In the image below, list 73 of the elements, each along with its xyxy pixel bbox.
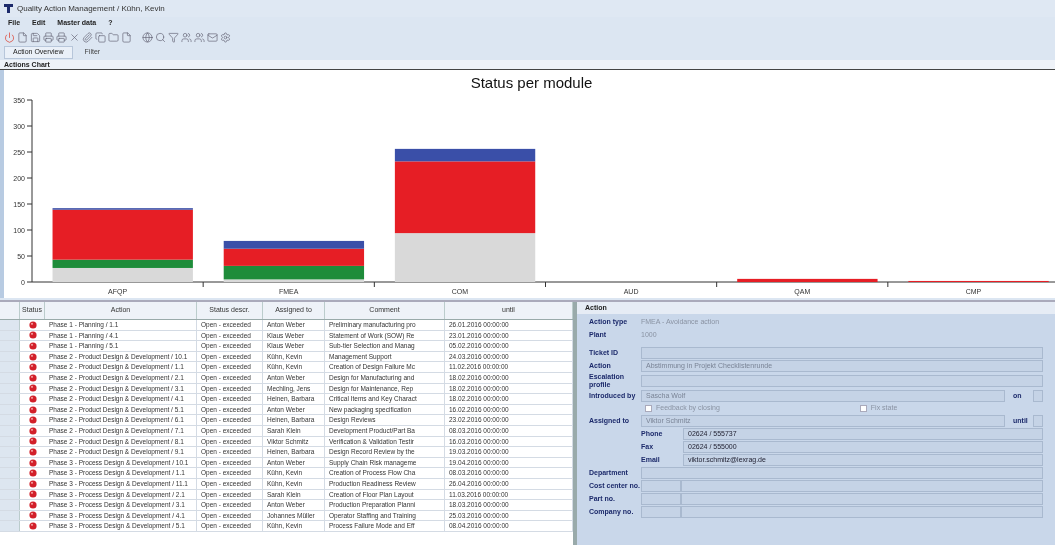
status-dot-icon	[28, 479, 37, 488]
status-dot-icon	[28, 490, 37, 499]
row-selector[interactable]	[0, 394, 20, 404]
row-selector[interactable]	[0, 478, 20, 489]
mail-icon[interactable]	[207, 31, 218, 43]
app-logo-icon	[4, 4, 13, 13]
status-dot-icon	[28, 469, 37, 478]
row-selector[interactable]	[0, 362, 20, 372]
input-field[interactable]	[641, 466, 1043, 479]
row-selector[interactable]	[0, 351, 20, 362]
input-field[interactable]	[1033, 414, 1043, 427]
folder-icon[interactable]	[108, 31, 119, 43]
row-selector[interactable]	[0, 521, 20, 531]
status-dot-icon	[28, 352, 37, 361]
status-dot-icon	[28, 373, 37, 382]
status-dot-icon	[28, 511, 37, 520]
checkbox[interactable]	[645, 404, 652, 412]
checkbox[interactable]	[859, 404, 867, 412]
status-dot-icon	[28, 522, 37, 531]
row-selector[interactable]	[0, 447, 20, 457]
status-dot-icon	[28, 394, 37, 403]
input-field[interactable]	[641, 505, 681, 518]
status-dot-icon	[28, 331, 37, 340]
document-icon[interactable]	[17, 31, 28, 43]
row-selector[interactable]	[0, 468, 20, 478]
input-field[interactable]	[641, 479, 681, 492]
chart-title: Status per module	[470, 74, 593, 91]
status-dot-icon	[28, 458, 37, 467]
globe-icon[interactable]	[142, 31, 153, 43]
users-icon[interactable]	[181, 31, 192, 43]
row-selector[interactable]	[0, 372, 20, 383]
input-field[interactable]	[681, 479, 1043, 492]
save-icon[interactable]	[30, 31, 41, 43]
status-dot-icon	[28, 500, 37, 509]
row-selector[interactable]	[0, 320, 20, 330]
row-selector[interactable]	[0, 500, 20, 510]
row-selector[interactable]	[0, 341, 20, 351]
status-dot-icon	[28, 363, 37, 372]
status-dot-icon	[28, 426, 37, 435]
input-field[interactable]	[681, 505, 1043, 518]
status-dot-icon	[28, 342, 37, 350]
row-selector[interactable]	[0, 404, 20, 415]
input-field[interactable]	[641, 347, 1043, 359]
printer-icon[interactable]	[56, 31, 67, 43]
row-selector[interactable]	[0, 489, 20, 500]
power-icon[interactable]	[4, 31, 15, 43]
row-selector[interactable]	[0, 457, 20, 468]
input-field[interactable]	[641, 375, 1043, 387]
input-field[interactable]	[1033, 390, 1043, 402]
row-selector[interactable]	[0, 436, 20, 447]
document-icon[interactable]	[121, 31, 132, 43]
paperclip-icon[interactable]	[82, 31, 93, 43]
row-selector[interactable]	[0, 425, 20, 436]
window-title: Quality Action Management / Kühn, Kevin	[17, 2, 165, 15]
copy-icon[interactable]	[95, 31, 106, 43]
input-field[interactable]	[681, 492, 1043, 505]
status-dot-icon	[28, 447, 37, 456]
status-dot-icon	[28, 416, 37, 425]
settings-icon[interactable]	[220, 31, 231, 43]
row-selector[interactable]	[0, 415, 20, 425]
row-selector[interactable]	[0, 330, 20, 341]
status-dot-icon	[28, 437, 37, 446]
status-dot-icon	[28, 405, 37, 414]
status-dot-icon	[28, 384, 37, 393]
filter-icon[interactable]	[168, 31, 179, 43]
close-icon[interactable]	[69, 31, 80, 43]
status-dot-icon	[28, 320, 37, 329]
row-selector[interactable]	[0, 510, 20, 521]
search-icon[interactable]	[155, 31, 166, 43]
input-field[interactable]	[641, 492, 681, 505]
row-selector[interactable]	[0, 383, 20, 394]
users-icon[interactable]	[194, 31, 205, 43]
printer-icon[interactable]	[43, 31, 54, 43]
